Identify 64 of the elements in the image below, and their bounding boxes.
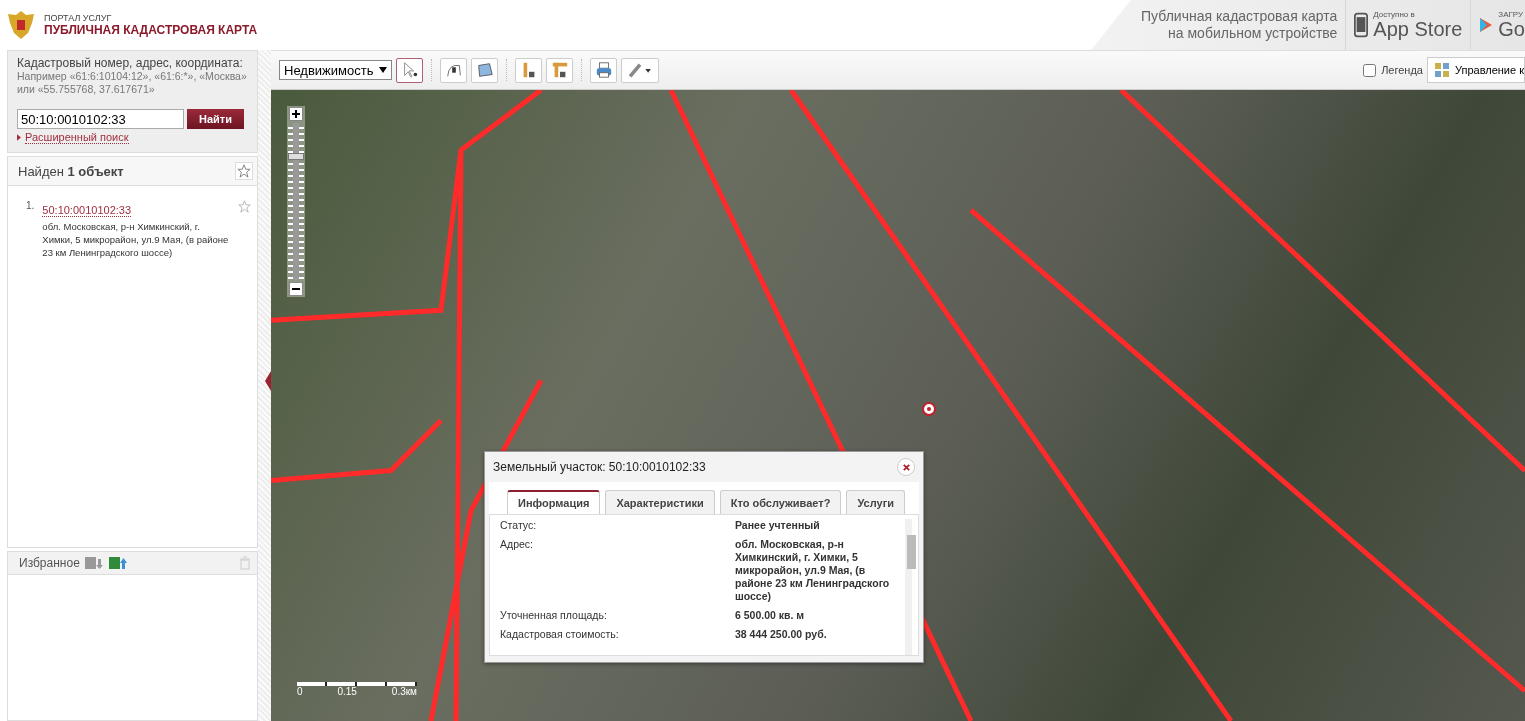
result-address: обл. Московская, р-н Химкинский, г. Химки, 5 микрорайон, ул.9 Мая, (в районе 23 км Ленинградского шоссе) bbox=[42, 220, 230, 259]
popup-tab[interactable]: Информация bbox=[507, 490, 601, 514]
find-button[interactable]: Найти bbox=[187, 109, 244, 129]
result-number: 1. bbox=[26, 200, 35, 213]
star-button[interactable] bbox=[235, 162, 253, 180]
legend-checkbox[interactable] bbox=[1363, 63, 1377, 77]
search-label: Кадастровый номер, адрес, координата: bbox=[17, 56, 244, 70]
zoom-in-button[interactable] bbox=[289, 107, 303, 121]
layer-dropdown[interactable]: Недвижимость bbox=[279, 60, 393, 80]
area-ruler-button[interactable] bbox=[546, 57, 574, 83]
satellite-map[interactable] bbox=[271, 90, 1525, 721]
results-title: Найден 1 объект bbox=[18, 163, 124, 179]
minus-icon bbox=[292, 285, 300, 293]
search-hint: Например «61:6:10104:12», «61:6:*», «Москва» или «55.755768, 37.617671» bbox=[17, 70, 248, 96]
printer-icon bbox=[594, 61, 613, 79]
caret-icon bbox=[17, 134, 21, 141]
mobile-text: Публичная кадастровая карта bbox=[1141, 8, 1338, 25]
layer-control-button[interactable]: Управление к bbox=[1426, 57, 1525, 83]
advanced-search-link[interactable]: Расширенный поиск bbox=[25, 131, 129, 144]
scale-label: 0 bbox=[297, 686, 303, 697]
scale-label: 0.3км bbox=[391, 686, 417, 697]
star-icon[interactable] bbox=[238, 200, 251, 213]
zoom-slider[interactable] bbox=[288, 123, 304, 280]
play-icon bbox=[1479, 17, 1494, 33]
field-label: Адрес: bbox=[500, 538, 534, 552]
popup-tab[interactable]: Кто обслуживает? bbox=[719, 490, 842, 514]
polygon-icon bbox=[475, 61, 494, 79]
search-field[interactable]: 50:10:0010102:33 bbox=[17, 109, 184, 129]
layers-grid-icon bbox=[1433, 62, 1450, 78]
close-button[interactable] bbox=[897, 458, 915, 476]
popup-tab[interactable]: Характеристики bbox=[605, 490, 715, 514]
close-icon bbox=[901, 462, 911, 472]
location-pin-icon bbox=[922, 402, 936, 416]
field-value: 38 444 250.00 руб. bbox=[735, 628, 828, 641]
import-icon[interactable] bbox=[107, 555, 128, 571]
field-value: 6 500.00 кв. м bbox=[735, 609, 806, 622]
emblem-icon bbox=[6, 9, 36, 41]
popup-tab[interactable]: Услуги bbox=[846, 490, 905, 514]
scale-label: 0.15 bbox=[337, 686, 357, 697]
field-label: Уточненная площадь: bbox=[500, 609, 608, 622]
mobile-text: на мобильном устройстве bbox=[1167, 25, 1338, 42]
popup-title: Земельный участок: 50:10:0010102:33 bbox=[493, 460, 706, 474]
collapse-arrow-icon[interactable] bbox=[265, 370, 271, 391]
plus-icon bbox=[292, 110, 300, 118]
polygon-query-button[interactable] bbox=[471, 57, 499, 83]
site-title: ПУБЛИЧНАЯ КАДАСТРОВАЯ КАРТА bbox=[44, 23, 258, 37]
ruler-button[interactable] bbox=[515, 57, 543, 83]
field-label: Кадастровая стоимость: bbox=[500, 628, 620, 641]
field-label: Статус: bbox=[500, 519, 538, 532]
favorites-title: Избранное bbox=[19, 556, 80, 570]
field-value: обл. Московская, р-н Химкинский, г. Химки, 5 микрорайон, ул.9 Мая, (в районе 23 км Ленинградского шоссе) bbox=[735, 538, 891, 603]
export-icon[interactable] bbox=[83, 555, 104, 571]
field-value: Ранее учтенный bbox=[735, 519, 821, 532]
phone-icon bbox=[1354, 12, 1369, 38]
identify-tool-button[interactable] bbox=[396, 57, 424, 83]
square-ruler-icon bbox=[550, 61, 569, 79]
curve-query-button[interactable] bbox=[440, 57, 468, 83]
legend-label: Легенда bbox=[1381, 64, 1423, 76]
result-link[interactable]: 50:10:0010102:33 bbox=[42, 204, 132, 217]
print-button[interactable] bbox=[590, 57, 618, 83]
portal-label: ПОРТАЛ УСЛУГ bbox=[44, 13, 113, 23]
caret-icon bbox=[379, 67, 388, 73]
zoom-out-button[interactable] bbox=[289, 282, 303, 296]
link-button[interactable] bbox=[621, 57, 660, 83]
